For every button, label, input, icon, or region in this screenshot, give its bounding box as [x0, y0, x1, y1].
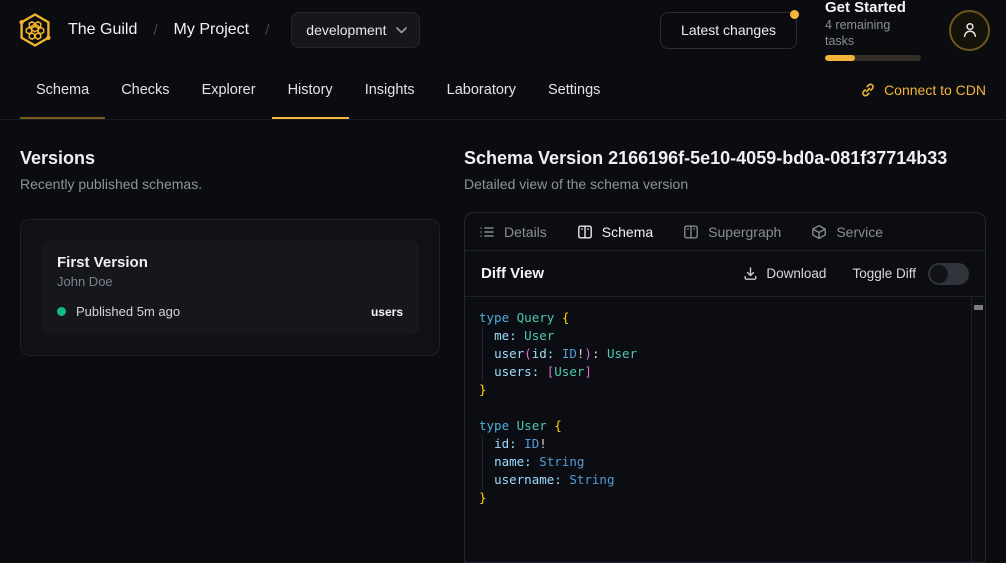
version-status: Published 5m ago [76, 304, 180, 319]
get-started-title: Get Started [825, 0, 921, 17]
download-icon [743, 266, 758, 281]
connect-to-cdn-link[interactable]: Connect to CDN [860, 82, 986, 98]
versions-list-card: First Version John Doe Published 5m ago … [20, 219, 440, 356]
diff-header: Diff View Download Toggle D [465, 251, 985, 297]
breadcrumb-separator: / [153, 22, 157, 39]
hive-logo-icon[interactable] [16, 11, 54, 49]
diff-view-title: Diff View [481, 265, 544, 282]
schema-code-viewer[interactable]: type Query { me: User user(id: ID!): Use… [465, 297, 985, 562]
nav-tab-list: Schema Checks Explorer History Insights … [20, 60, 616, 119]
toggle-diff-label: Toggle Diff [852, 266, 916, 281]
toggle-knob [930, 265, 948, 283]
version-detail-column: Schema Version 2166196f-5e10-4059-bd0a-0… [464, 147, 986, 563]
versions-title: Versions [20, 147, 440, 169]
version-detail-title: Schema Version 2166196f-5e10-4059-bd0a-0… [464, 147, 986, 169]
breadcrumb: The Guild / My Project / development [68, 12, 420, 48]
latest-changes-button[interactable]: Latest changes [660, 12, 797, 49]
tab-details[interactable]: Details [479, 224, 547, 240]
version-name: First Version [57, 254, 403, 271]
columns-icon [577, 224, 593, 240]
breadcrumb-separator: / [265, 22, 269, 39]
nav-tab-checks[interactable]: Checks [105, 60, 185, 119]
main-content: Versions Recently published schemas. Fir… [0, 120, 1006, 563]
detail-tab-list: Details Schema [465, 213, 985, 251]
cube-icon [811, 224, 827, 240]
schema-sdl-code: type Query { me: User user(id: ID!): Use… [465, 297, 985, 519]
get-started-progress-fill [825, 55, 855, 61]
app-header: The Guild / My Project / development Lat… [0, 0, 1006, 60]
indent-guide [482, 327, 483, 381]
published-status-dot [57, 307, 66, 316]
nav-tab-laboratory[interactable]: Laboratory [431, 60, 532, 119]
breadcrumb-org[interactable]: The Guild [68, 21, 137, 39]
primary-nav: Schema Checks Explorer History Insights … [0, 60, 1006, 120]
link-icon [860, 82, 876, 98]
tab-schema[interactable]: Schema [577, 224, 653, 240]
nav-tab-history[interactable]: History [272, 60, 349, 119]
nav-tab-insights[interactable]: Insights [349, 60, 431, 119]
chevron-down-icon [396, 27, 407, 34]
nav-tab-settings[interactable]: Settings [532, 60, 616, 119]
version-detail-panel: Details Schema [464, 212, 986, 563]
download-button[interactable]: Download [743, 266, 826, 281]
nav-tab-explorer[interactable]: Explorer [186, 60, 272, 119]
indent-guide [482, 435, 483, 489]
versions-subtitle: Recently published schemas. [20, 176, 440, 192]
columns-icon [683, 224, 699, 240]
tab-supergraph[interactable]: Supergraph [683, 224, 781, 240]
versions-column: Versions Recently published schemas. Fir… [20, 147, 440, 563]
version-service-badge: users [371, 305, 403, 319]
get-started-widget[interactable]: Get Started 4 remaining tasks [825, 0, 921, 61]
version-detail-subtitle: Detailed view of the schema version [464, 176, 986, 192]
toggle-diff-control: Toggle Diff [852, 263, 969, 285]
list-icon [479, 224, 495, 240]
version-list-item[interactable]: First Version John Doe Published 5m ago … [41, 240, 419, 335]
user-avatar[interactable] [949, 10, 990, 51]
get-started-subtitle: 4 remaining tasks [825, 17, 921, 49]
header-actions: Latest changes Get Started 4 remaining t… [660, 0, 990, 61]
tab-service[interactable]: Service [811, 224, 883, 240]
breadcrumb-project[interactable]: My Project [174, 21, 250, 39]
version-author: John Doe [57, 274, 403, 289]
target-select[interactable]: development [291, 12, 420, 48]
latest-changes-label: Latest changes [681, 22, 776, 38]
target-select-value: development [306, 22, 386, 38]
person-icon [961, 21, 979, 39]
toggle-diff-switch[interactable] [928, 263, 969, 285]
notification-dot [790, 10, 799, 19]
nav-tab-schema[interactable]: Schema [20, 60, 105, 119]
code-scrollbar[interactable] [971, 297, 985, 562]
code-scrollbar-thumb[interactable] [974, 305, 983, 310]
